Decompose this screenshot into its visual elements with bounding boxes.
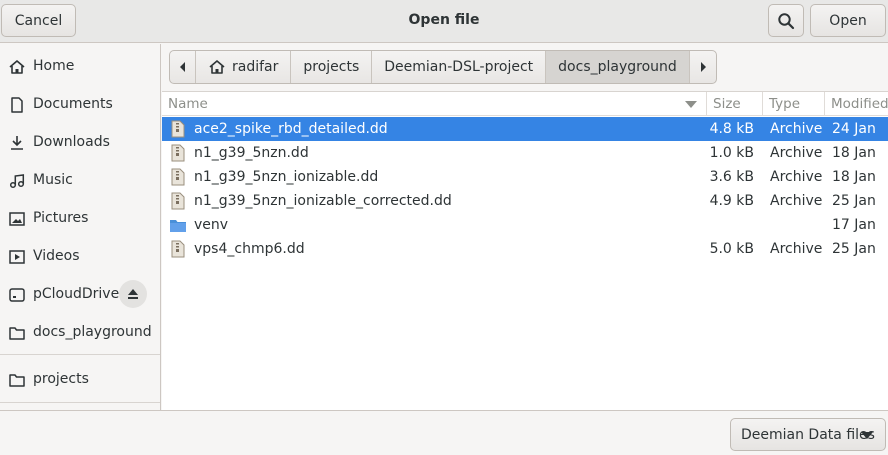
- file-size: 4.9 kB: [709, 193, 754, 209]
- search-button[interactable]: [768, 4, 804, 37]
- bottom-bar: Deemian Data files: [0, 410, 888, 455]
- archive-icon: [171, 120, 185, 138]
- archive-icon: [171, 192, 185, 210]
- archive-icon: [171, 144, 185, 162]
- path-forward-button[interactable]: [690, 51, 716, 83]
- folder-icon: [170, 220, 186, 232]
- path-segment-projects[interactable]: projects: [291, 51, 373, 83]
- path-segment-docs-playground[interactable]: docs_playground: [546, 51, 690, 83]
- file-name: n1_g39_5nzn_ionizable.dd: [194, 169, 379, 185]
- column-header-size[interactable]: Size: [706, 92, 762, 116]
- sort-descending-icon: [685, 101, 697, 108]
- file-list: Name Size Type Modified ace2_spike_rbd_d…: [162, 91, 888, 410]
- file-name: n1_g39_5nzn_ionizable_corrected.dd: [194, 193, 452, 209]
- path-segment-label: radifar: [232, 59, 279, 75]
- file-modified: 18 Jan: [832, 145, 876, 161]
- sidebar-item-label: Home: [33, 58, 75, 74]
- path-segment-label: Deemian-DSL-project: [384, 59, 534, 75]
- path-segment-label: docs_playground: [558, 59, 677, 75]
- path-segment-radifar[interactable]: radifar: [196, 51, 292, 83]
- chevron-left-icon: [179, 62, 185, 72]
- archive-icon: [171, 240, 185, 258]
- sidebar-item-downloads[interactable]: Downloads: [0, 123, 160, 161]
- path-bar: radifar projects Deemian-DSL-project doc…: [169, 50, 717, 84]
- file-filter-label: Deemian Data files: [741, 426, 875, 443]
- file-row[interactable]: n1_g39_5nzn_ionizable.dd 3.6 kB Archive …: [162, 165, 888, 189]
- file-name: venv: [194, 217, 229, 233]
- sidebar-item-projects[interactable]: projects: [0, 360, 160, 398]
- file-type: Archive: [770, 169, 823, 185]
- file-modified: 24 Jan: [832, 121, 876, 137]
- picture-icon: [9, 212, 25, 226]
- file-name: n1_g39_5nzn.dd: [194, 145, 309, 161]
- sidebar-item-label: Videos: [33, 248, 80, 264]
- file-size: 4.8 kB: [709, 121, 754, 137]
- column-header-type[interactable]: Type: [762, 92, 824, 116]
- path-segment-label: projects: [303, 59, 360, 75]
- open-button[interactable]: Open: [810, 4, 886, 37]
- sidebar-item-label: projects: [33, 371, 89, 387]
- sidebar-item-documents[interactable]: Documents: [0, 85, 160, 123]
- download-icon: [11, 136, 23, 150]
- cancel-button[interactable]: Cancel: [1, 4, 76, 37]
- drive-icon: [9, 288, 25, 302]
- file-row[interactable]: vps4_chmp6.dd 5.0 kB Archive 25 Jan: [162, 237, 888, 261]
- home-icon: [9, 60, 25, 74]
- column-header-modified[interactable]: Modified: [824, 92, 888, 116]
- file-modified: 18 Jan: [832, 169, 876, 185]
- search-icon: [778, 12, 795, 29]
- file-filter-dropdown[interactable]: Deemian Data files: [730, 418, 886, 451]
- home-icon: [209, 60, 225, 74]
- eject-button[interactable]: [119, 280, 147, 308]
- file-size: 3.6 kB: [709, 169, 754, 185]
- file-row[interactable]: ace2_spike_rbd_detailed.dd 4.8 kB Archiv…: [162, 117, 888, 141]
- sidebar-item-label: Music: [33, 172, 73, 188]
- eject-icon: [128, 289, 138, 299]
- file-name: ace2_spike_rbd_detailed.dd: [194, 121, 388, 137]
- column-header-row: Name Size Type Modified: [162, 92, 888, 116]
- file-modified: 25 Jan: [832, 241, 876, 257]
- folder-row[interactable]: venv 17 Jan: [162, 213, 888, 237]
- file-row[interactable]: n1_g39_5nzn.dd 1.0 kB Archive 18 Jan: [162, 141, 888, 165]
- header-bar: Cancel Open file Open: [0, 0, 888, 43]
- chevron-right-icon: [700, 62, 706, 72]
- sidebar-item-label: pCloudDrive: [33, 286, 120, 302]
- sidebar-item-pictures[interactable]: Pictures: [0, 199, 160, 237]
- file-modified: 25 Jan: [832, 193, 876, 209]
- file-size: 1.0 kB: [709, 145, 754, 161]
- music-icon: [9, 174, 25, 189]
- folder-icon: [9, 374, 25, 387]
- sidebar-item-label: Pictures: [33, 210, 89, 226]
- sidebar-item-label: docs_playground: [33, 324, 152, 340]
- dialog-title: Open file: [408, 12, 480, 28]
- file-type: Archive: [770, 193, 823, 209]
- path-back-button[interactable]: [170, 51, 196, 83]
- places-sidebar: Home Documents Downloads Music Pictures: [0, 44, 161, 410]
- archive-icon: [171, 168, 185, 186]
- document-icon: [11, 97, 23, 113]
- sidebar-item-label: Downloads: [33, 134, 110, 150]
- file-size: [708, 213, 754, 237]
- folder-icon: [9, 327, 25, 340]
- file-name: vps4_chmp6.dd: [194, 241, 305, 257]
- file-row[interactable]: n1_g39_5nzn_ionizable_corrected.dd 4.9 k…: [162, 189, 888, 213]
- file-type: Archive: [770, 121, 823, 137]
- sidebar-divider: [0, 354, 160, 355]
- chevron-down-icon: [861, 432, 873, 439]
- sidebar-item-docs-playground[interactable]: docs_playground: [0, 313, 160, 351]
- sidebar-item-home[interactable]: Home: [0, 47, 160, 85]
- file-size: 5.0 kB: [709, 241, 754, 257]
- sidebar-item-music[interactable]: Music: [0, 161, 160, 199]
- file-modified: 17 Jan: [832, 217, 876, 233]
- sidebar-item-label: Documents: [33, 96, 113, 112]
- sidebar-divider: [0, 402, 160, 403]
- sidebar-item-pclouddrive[interactable]: pCloudDrive: [0, 275, 160, 313]
- path-segment-deemian-dsl-project[interactable]: Deemian-DSL-project: [372, 51, 547, 83]
- video-icon: [9, 250, 25, 264]
- sidebar-item-videos[interactable]: Videos: [0, 237, 160, 275]
- file-type: Archive: [770, 241, 823, 257]
- column-header-name[interactable]: Name: [162, 92, 706, 116]
- file-type: Archive: [770, 145, 823, 161]
